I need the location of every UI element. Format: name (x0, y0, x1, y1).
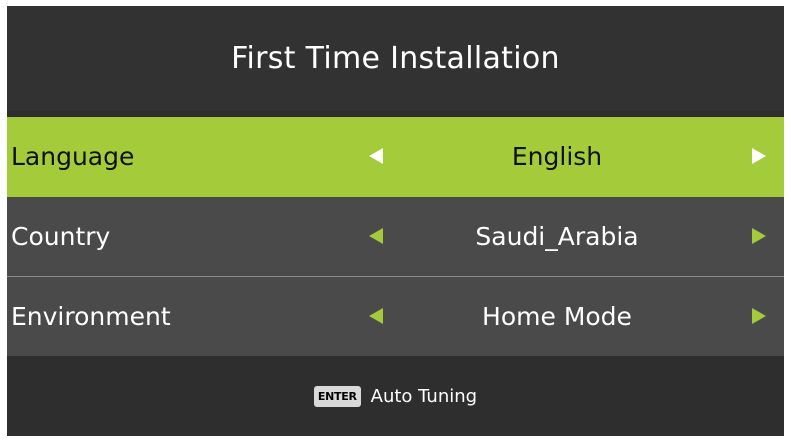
auto-tuning-hint[interactable]: Auto Tuning (371, 386, 477, 407)
footer-hint: ENTER Auto Tuning (7, 356, 784, 436)
page-title: First Time Installation (231, 41, 560, 76)
setting-row-environment[interactable]: Environment Home Mode (7, 277, 784, 357)
triangle-left-icon[interactable] (369, 308, 383, 324)
first-time-installation-dialog: First Time Installation Language English… (7, 6, 784, 436)
setting-label-environment: Environment (11, 302, 171, 331)
triangle-right-icon[interactable] (752, 308, 766, 324)
setting-row-language[interactable]: Language English (7, 117, 784, 197)
setting-value-language: English (511, 142, 603, 171)
triangle-left-icon[interactable] (369, 228, 383, 244)
triangle-left-icon[interactable] (369, 148, 383, 164)
setting-label-country: Country (11, 222, 111, 251)
triangle-right-icon[interactable] (752, 228, 766, 244)
setting-value-country: Saudi_Arabia (475, 222, 639, 251)
title-bar: First Time Installation (7, 6, 784, 111)
triangle-right-icon[interactable] (752, 148, 766, 164)
enter-key-icon: ENTER (313, 385, 361, 407)
setting-label-language: Language (11, 142, 135, 171)
setting-row-country[interactable]: Country Saudi_Arabia (7, 197, 784, 277)
setting-value-environment: Home Mode (482, 302, 632, 331)
